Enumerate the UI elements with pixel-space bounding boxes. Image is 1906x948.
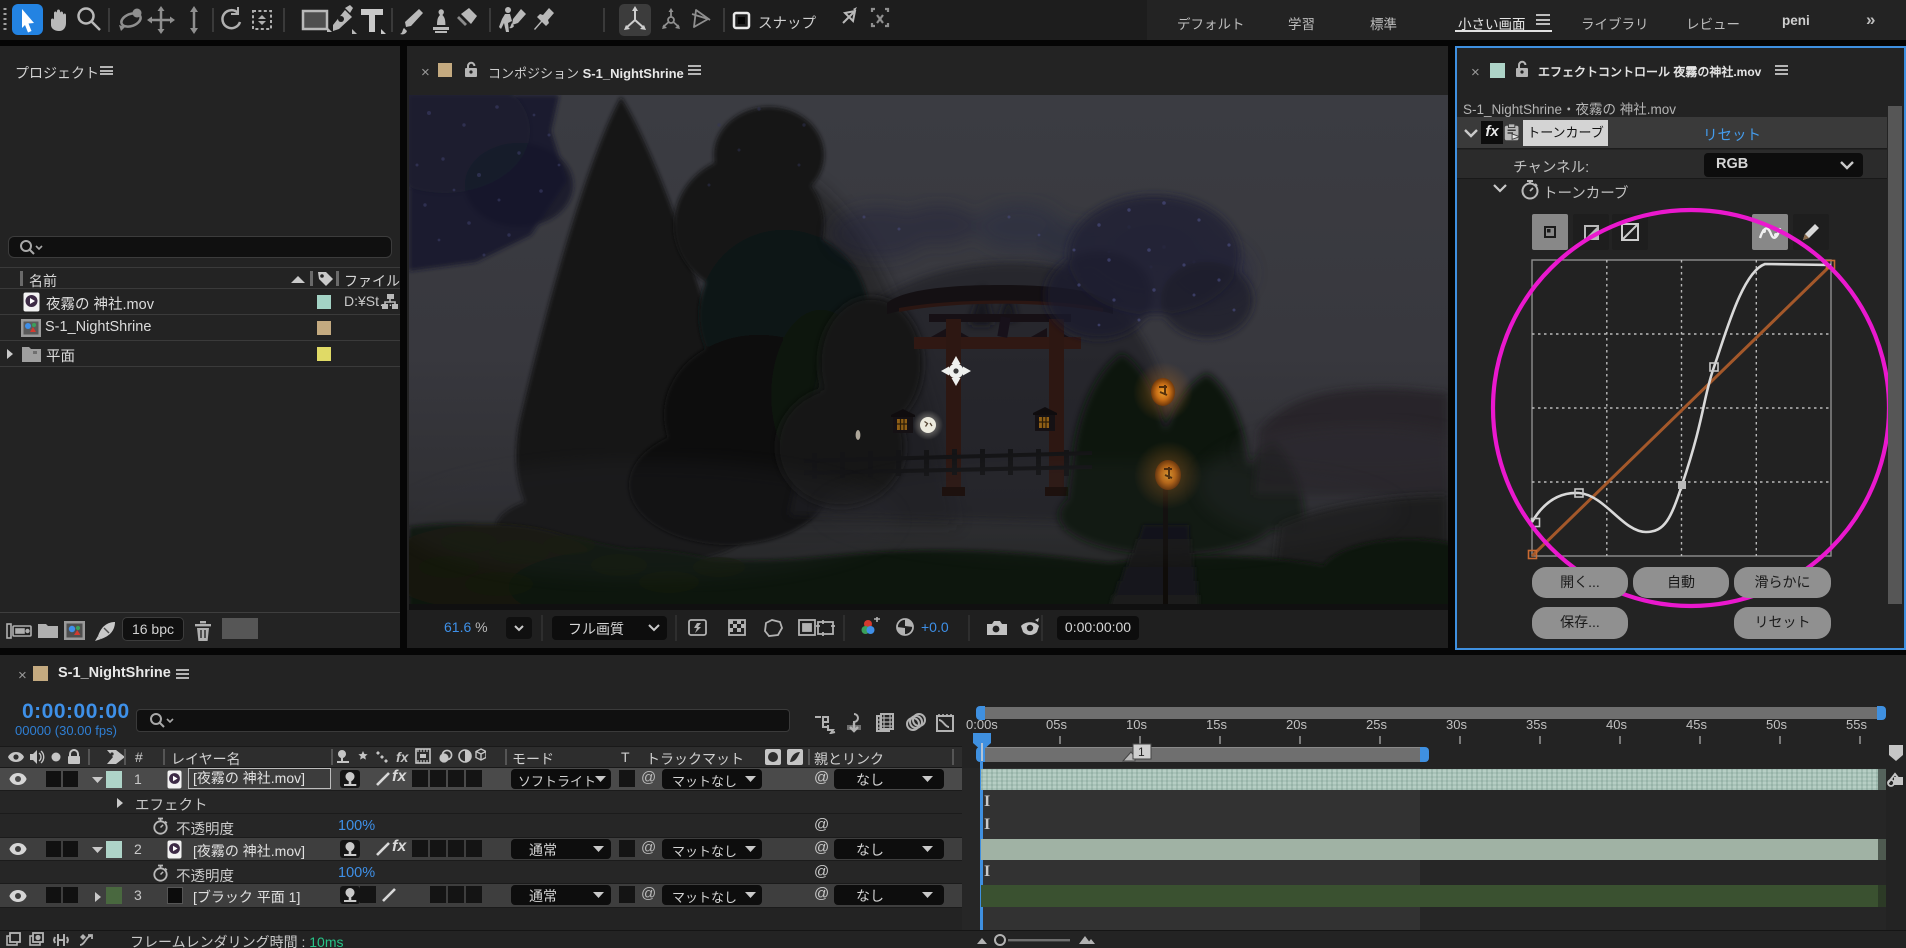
svg-text:fx: fx	[396, 749, 410, 765]
svg-text:1: 1	[1138, 745, 1145, 759]
